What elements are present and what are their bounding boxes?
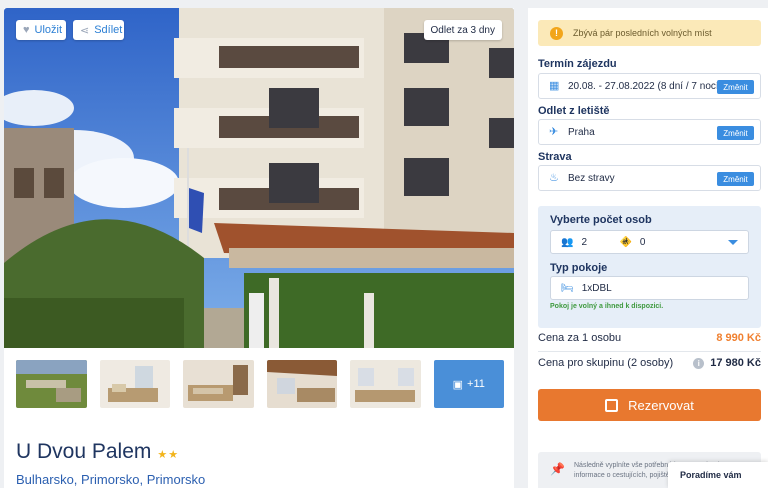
warning-icon: ! bbox=[550, 26, 563, 40]
board-value: Bez stravy bbox=[568, 172, 615, 184]
heart-icon: ♥ bbox=[23, 24, 30, 36]
adults-icon: 👥 bbox=[561, 236, 574, 248]
thumbnail-3[interactable] bbox=[183, 360, 254, 408]
change-board-button[interactable]: Změnit bbox=[717, 172, 754, 186]
hotel-detail-panel: ♥ Uložit ⋖ Sdílet Odlet za 3 dny ▣ +11 U… bbox=[4, 8, 514, 488]
price-per-person-row: Cena za 1 osobu 8 990 Kč bbox=[538, 332, 761, 344]
persons-select[interactable]: 👥 2 🚸 0 bbox=[550, 230, 749, 254]
change-departure-button[interactable]: Změnit bbox=[717, 126, 754, 140]
adults-count: 2 bbox=[581, 236, 588, 248]
departure-value: Praha bbox=[568, 126, 595, 138]
calendar-icon: ▦ bbox=[549, 79, 560, 92]
term-value: 20.08. - 27.08.2022 (8 dní / 7 nocí) bbox=[568, 80, 722, 92]
save-label: Uložit bbox=[34, 24, 63, 36]
price-person-value: 8 990 Kč bbox=[716, 332, 761, 344]
term-field[interactable]: ▦ 20.08. - 27.08.2022 (8 dní / 7 nocí) Z… bbox=[538, 73, 761, 99]
advise-chat-button[interactable]: Poradíme vám bbox=[668, 462, 768, 488]
more-photos-count: +11 bbox=[467, 378, 485, 390]
room-label: Typ pokoje bbox=[550, 262, 608, 274]
share-label: Sdílet bbox=[94, 24, 123, 36]
plane-icon: ✈ bbox=[549, 125, 559, 138]
price-group-label: Cena pro skupinu (2 osoby) bbox=[538, 357, 674, 369]
save-button[interactable]: ♥ Uložit bbox=[16, 20, 66, 40]
photo-thumbnails: ▣ +11 bbox=[16, 360, 504, 408]
hotel-title: U Dvou Palem ★★ bbox=[16, 440, 179, 464]
hotel-location: Bulharsko, Primorsko, Primorsko bbox=[16, 472, 206, 487]
booking-panel: ! Zbývá pár posledních volných míst Term… bbox=[528, 8, 768, 488]
board-label: Strava bbox=[538, 151, 572, 163]
info-icon[interactable]: i bbox=[693, 357, 705, 369]
hotel-photo-image bbox=[4, 8, 514, 348]
price-divider bbox=[538, 351, 761, 352]
departure-label: Odlet z letiště bbox=[538, 105, 610, 117]
chevron-down-icon bbox=[728, 240, 738, 245]
children-count: 0 bbox=[639, 236, 646, 248]
share-button[interactable]: ⋖ Sdílet bbox=[73, 20, 124, 40]
term-label: Termín zájezdu bbox=[538, 58, 617, 70]
alert-text: Zbývá pár posledních volných míst bbox=[573, 28, 712, 38]
reserve-button[interactable]: Rezervovat bbox=[538, 389, 761, 421]
hotel-name: U Dvou Palem bbox=[16, 440, 152, 463]
thumbnail-4[interactable] bbox=[266, 360, 337, 408]
reserve-label: Rezervovat bbox=[628, 397, 694, 413]
thumbnail-5[interactable] bbox=[350, 360, 421, 408]
price-group-row: Cena pro skupinu (2 osoby) i 17 980 Kč bbox=[538, 357, 761, 369]
thumbnail-1[interactable] bbox=[16, 360, 87, 408]
persons-label: Vyberte počet osob bbox=[550, 214, 652, 226]
departure-countdown-badge: Odlet za 3 dny bbox=[423, 20, 502, 40]
hotel-main-photo[interactable]: ♥ Uložit ⋖ Sdílet Odlet za 3 dny bbox=[4, 8, 514, 348]
price-group-value: 17 980 Kč bbox=[710, 357, 761, 369]
persons-room-section: Vyberte počet osob 👥 2 🚸 0 Typ pokoje 🛏 … bbox=[538, 206, 761, 328]
board-field[interactable]: ♨ Bez stravy Změnit bbox=[538, 165, 761, 191]
pin-icon: 📌 bbox=[550, 462, 565, 476]
thumbnail-2[interactable] bbox=[99, 360, 170, 408]
cutlery-icon: ♨ bbox=[549, 171, 559, 184]
gallery-icon: ▣ bbox=[452, 378, 464, 391]
availability-alert: ! Zbývá pár posledních volných míst bbox=[538, 20, 761, 46]
room-availability-note: Pokoj je volný a ihned k dispozici. bbox=[550, 303, 664, 310]
departure-field[interactable]: ✈ Praha Změnit bbox=[538, 119, 761, 145]
price-group-amount: i 17 980 Kč bbox=[693, 357, 761, 369]
price-person-label: Cena za 1 osobu bbox=[538, 332, 622, 344]
share-icon: ⋖ bbox=[80, 24, 90, 37]
room-select[interactable]: 🛏 1xDBL bbox=[550, 276, 749, 300]
children-icon: 🚸 bbox=[619, 236, 632, 248]
change-term-button[interactable]: Změnit bbox=[717, 80, 754, 94]
more-photos-button[interactable]: ▣ +11 bbox=[433, 360, 504, 408]
star-rating-icon: ★★ bbox=[157, 449, 180, 461]
bed-icon: 🛏 bbox=[561, 282, 574, 294]
calendar-icon bbox=[605, 398, 619, 412]
room-value: 1xDBL bbox=[581, 282, 612, 294]
